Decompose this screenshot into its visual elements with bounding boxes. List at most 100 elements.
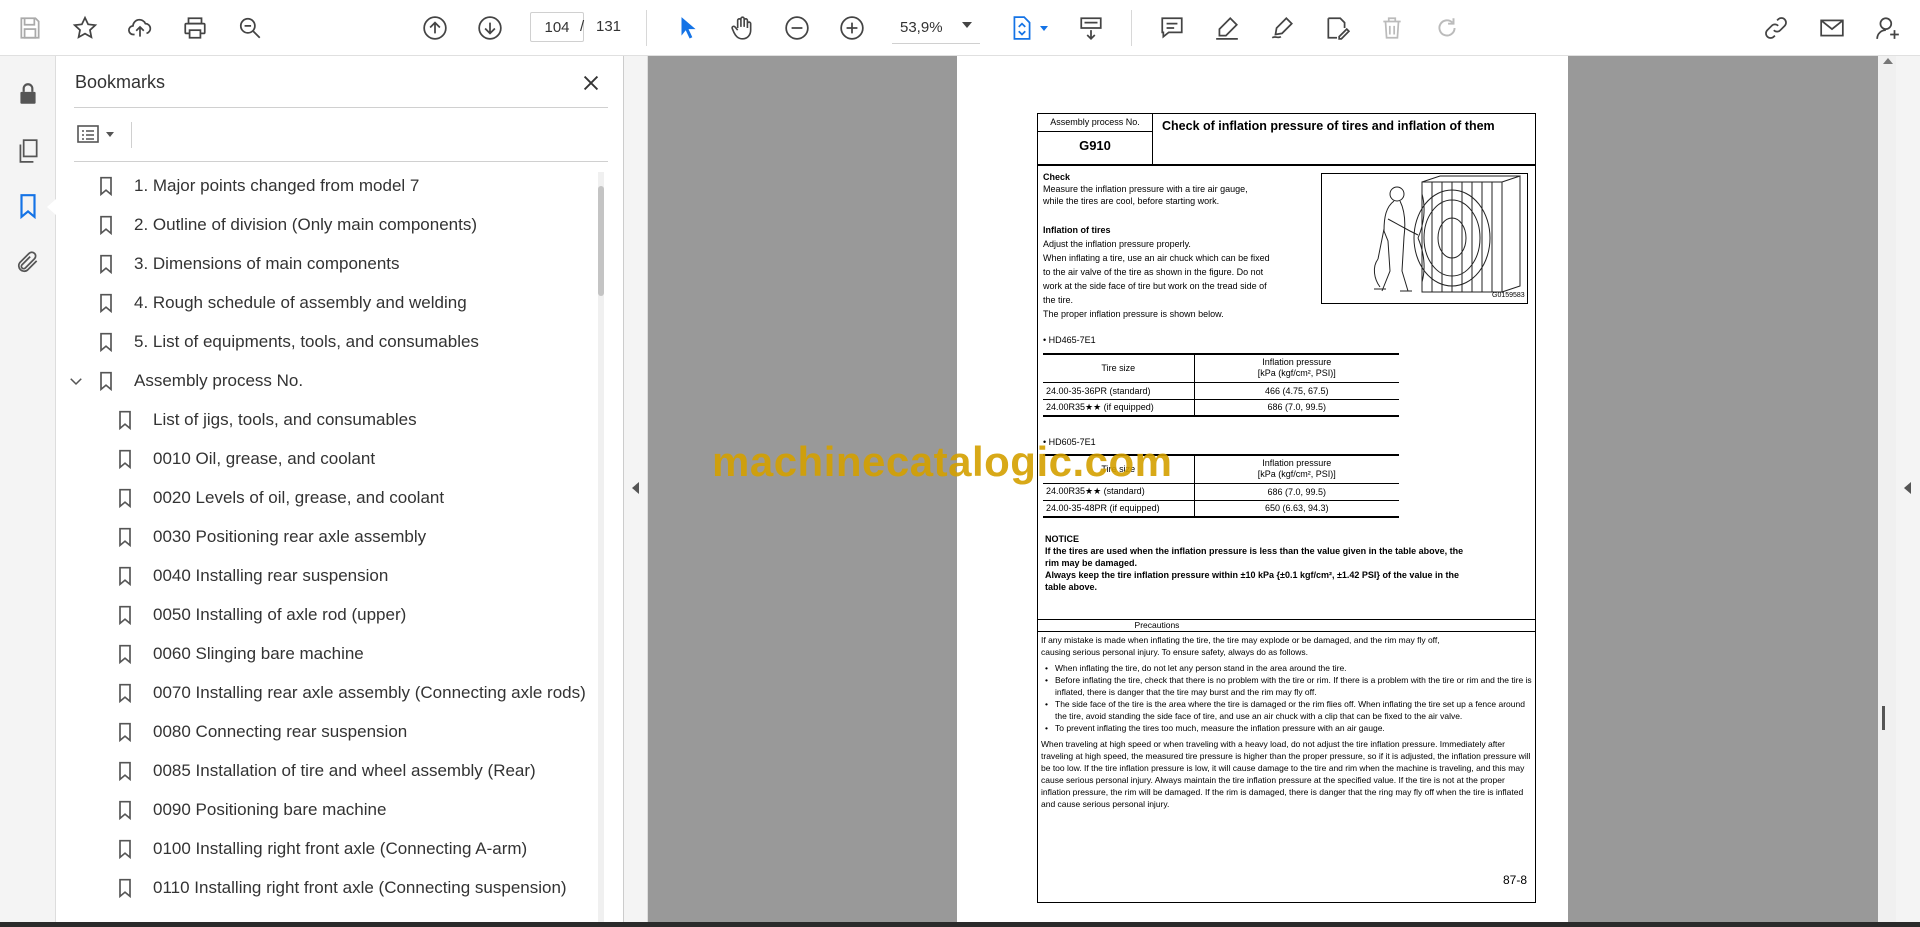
table1-model: • HD465-7E1	[1043, 335, 1096, 345]
attachment-icon[interactable]	[10, 244, 46, 280]
bookmark-label: 0040 Installing rear suspension	[153, 566, 389, 585]
bookmark-icon	[113, 798, 137, 822]
bookmark-item[interactable]: 0040 Installing rear suspension	[113, 559, 388, 593]
bookmark-label: Assembly process No.	[134, 371, 304, 390]
bookmark-options-button[interactable]	[76, 120, 120, 148]
chevron-down-icon[interactable]	[1040, 26, 1048, 31]
bookmark-item[interactable]: 1. Major points changed from model 7	[94, 169, 419, 203]
draw-freehand-icon[interactable]	[1266, 12, 1298, 44]
comment-icon[interactable]	[1156, 12, 1188, 44]
upload-cloud-icon[interactable]	[124, 12, 156, 44]
notice-line: rim may be damaged.	[1045, 558, 1138, 568]
bookmark-item[interactable]: 0110 Installing right front axle (Connec…	[113, 871, 567, 905]
total-pages: 131	[596, 18, 622, 35]
bookmark-item[interactable]: 3. Dimensions of main components	[94, 247, 400, 281]
precautions-intro: If any mistake is made when inflating th…	[1041, 635, 1440, 645]
bookmark-item[interactable]: Assembly process No.	[94, 364, 303, 398]
bookmark-panel-icon[interactable]	[10, 188, 46, 224]
fill-sign-icon[interactable]	[1321, 12, 1353, 44]
bookmark-icon	[94, 330, 118, 354]
check-text-1: Measure the inflation pressure with a ti…	[1043, 184, 1248, 194]
bookmark-icon	[94, 213, 118, 237]
document-viewport[interactable]: Assembly process No. G910 Check of infla…	[648, 56, 1878, 923]
list-item: When inflating the tire, do not let any …	[1041, 662, 1533, 674]
zoom-level-value: 53,9%	[900, 19, 943, 36]
notice-line: If the tires are used when the inflation…	[1045, 546, 1464, 556]
bookmark-item[interactable]: 5. List of equipments, tools, and consum…	[94, 325, 479, 359]
bookmark-item[interactable]: 0070 Installing rear axle assembly (Conn…	[113, 676, 586, 710]
previous-page-icon[interactable]	[419, 12, 451, 44]
bookmark-scrollbar[interactable]	[598, 172, 604, 922]
chevron-down-icon[interactable]	[66, 371, 86, 391]
table-header-size: Tire size	[1043, 353, 1195, 382]
bookmark-item[interactable]: 0100 Installing right front axle (Connec…	[113, 832, 527, 866]
list-options-icon	[77, 125, 99, 143]
scrollbar-thumb[interactable]	[1882, 706, 1885, 730]
bookmark-item[interactable]: 0020 Levels of oil, grease, and coolant	[113, 481, 444, 515]
chevron-down-icon[interactable]	[962, 22, 972, 28]
scrollbar-thumb[interactable]	[598, 186, 604, 296]
pressure-head-line-2: [kPa (kgf/cm², PSI)]	[1257, 368, 1336, 379]
highlight-pen-icon[interactable]	[1211, 12, 1243, 44]
hand-tool-icon[interactable]	[726, 12, 758, 44]
list-item: To prevent inflating the tires too much,…	[1041, 722, 1533, 734]
list-item: The side face of the tire is the area wh…	[1041, 698, 1533, 722]
user-add-icon[interactable]	[1872, 12, 1904, 44]
left-tool-rail	[0, 56, 56, 927]
precautions-paragraph: When traveling at high speed or when tra…	[1041, 739, 1531, 809]
zoom-out-icon[interactable]	[781, 12, 813, 44]
page-thumbnails-icon[interactable]	[10, 133, 46, 169]
zoom-level-select[interactable]: 53,9%	[892, 12, 980, 44]
table-row: 24.00-35-36PR (standard) 466 (4.75, 67.5…	[1043, 381, 1399, 399]
select-cursor-icon[interactable]	[672, 12, 704, 44]
bookmarks-title: Bookmarks	[75, 72, 166, 92]
bookmark-label: 0010 Oil, grease, and coolant	[153, 449, 376, 468]
bookmark-item[interactable]: List of jigs, tools, and consumables	[113, 403, 417, 437]
document-scrollbar[interactable]	[1878, 56, 1896, 923]
bookmark-icon	[113, 759, 137, 783]
fit-page-icon[interactable]	[1006, 12, 1038, 44]
expand-right-panel-icon[interactable]	[1904, 482, 1911, 494]
inflation-line: When inflating a tire, use an air chuck …	[1043, 253, 1270, 263]
process-no-label: Assembly process No.	[1050, 117, 1140, 127]
precautions-divider	[1037, 631, 1536, 632]
redo-icon[interactable]	[1431, 12, 1463, 44]
bookmark-icon	[113, 564, 137, 588]
bookmark-item[interactable]: 0060 Slinging bare machine	[113, 637, 364, 671]
bookmark-label: 0050 Installing of axle rod (upper)	[153, 605, 407, 624]
zoom-in-icon[interactable]	[836, 12, 868, 44]
bookmark-item[interactable]: 2. Outline of division (Only main compon…	[94, 208, 477, 242]
check-text-2: while the tires are cool, before startin…	[1043, 196, 1220, 206]
next-page-icon[interactable]	[474, 12, 506, 44]
check-title: Check	[1043, 172, 1071, 182]
bookmark-list: 1. Major points changed from model 7 2. O…	[56, 168, 596, 923]
email-icon[interactable]	[1816, 12, 1848, 44]
bookmarks-panel: Bookmarks 1. Major points changed from m…	[56, 56, 624, 923]
star-icon[interactable]	[69, 12, 101, 44]
share-link-icon[interactable]	[1760, 12, 1792, 44]
bookmark-label: 0100 Installing right front axle (Connec…	[153, 839, 528, 858]
zoom-search-icon[interactable]	[234, 12, 266, 44]
bookmark-item[interactable]: 0090 Positioning bare machine	[113, 793, 386, 827]
scroll-up-arrow-icon[interactable]	[1883, 58, 1893, 64]
print-icon[interactable]	[179, 12, 211, 44]
bookmark-icon	[94, 174, 118, 198]
bookmark-item[interactable]: 4. Rough schedule of assembly and weldin…	[94, 286, 467, 320]
close-icon[interactable]	[576, 68, 606, 98]
bookmark-item[interactable]: 0030 Positioning rear axle assembly	[113, 520, 426, 554]
save-icon[interactable]	[14, 12, 46, 44]
bookmark-label: 1. Major points changed from model 7	[134, 176, 420, 195]
scroll-mode-icon[interactable]	[1075, 12, 1107, 44]
bookmark-icon	[94, 291, 118, 315]
bookmark-item[interactable]: 0085 Installation of tire and wheel asse…	[113, 754, 536, 788]
collapse-left-icon[interactable]	[632, 482, 639, 494]
bookmark-item[interactable]: 0010 Oil, grease, and coolant	[113, 442, 375, 476]
bookmark-item[interactable]: 0050 Installing of axle rod (upper)	[113, 598, 406, 632]
bookmark-icon	[113, 720, 137, 744]
bookmark-icon	[113, 525, 137, 549]
delete-icon[interactable]	[1376, 12, 1408, 44]
toolbar-divider	[646, 10, 647, 46]
bookmark-item[interactable]: 0080 Connecting rear suspension	[113, 715, 407, 749]
page-number-input[interactable]	[530, 12, 584, 42]
lock-icon[interactable]	[10, 76, 46, 112]
